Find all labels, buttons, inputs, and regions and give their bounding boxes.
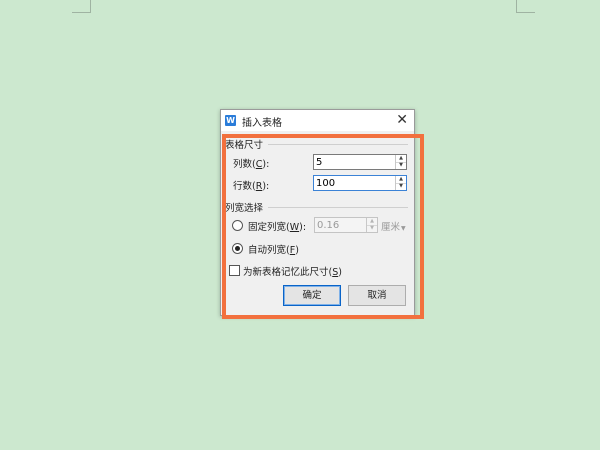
column-width-section-label: 列宽选择 [225, 203, 264, 214]
auto-width-radio[interactable] [232, 243, 243, 254]
rows-label: 行数(R): [233, 181, 270, 192]
auto-width-label[interactable]: 自动列宽(F) [248, 242, 299, 256]
width-unit-dropdown[interactable]: 厘米▼ [381, 219, 406, 233]
remember-size-checkbox[interactable] [229, 265, 240, 276]
columns-stepper[interactable]: ▲ ▼ [313, 154, 407, 170]
page-corner-mark-left [72, 0, 91, 13]
chevron-down-icon: ▼ [401, 225, 406, 232]
dialog-titlebar: W 插入表格 ✕ [221, 110, 414, 131]
ok-button[interactable]: 确定 [283, 285, 341, 306]
fixed-width-decrement-button[interactable]: ▼ [367, 225, 377, 232]
close-icon[interactable]: ✕ [396, 112, 408, 128]
page-corner-mark-right [516, 0, 535, 13]
dialog-title: 插入表格 [242, 118, 282, 129]
fixed-width-radio[interactable] [232, 220, 243, 231]
remember-size-label[interactable]: 为新表格记忆此尺寸(S) [243, 264, 342, 278]
section-divider [268, 144, 408, 145]
section-divider [268, 207, 408, 208]
fixed-width-stepper[interactable]: ▲ ▼ [314, 217, 378, 233]
rows-stepper[interactable]: ▲ ▼ [313, 175, 407, 191]
columns-input[interactable] [316, 155, 376, 169]
columns-label: 列数(C): [233, 159, 270, 170]
rows-input[interactable] [316, 176, 376, 190]
cancel-button[interactable]: 取消 [348, 285, 406, 306]
rows-decrement-button[interactable]: ▼ [396, 183, 406, 190]
wps-writer-icon: W [225, 115, 236, 126]
insert-table-dialog: W 插入表格 ✕ 表格尺寸 列数(C): ▲ ▼ 行数(R): ▲ ▼ 列宽选择… [220, 109, 415, 316]
columns-decrement-button[interactable]: ▼ [396, 162, 406, 169]
fixed-width-label[interactable]: 固定列宽(W): [248, 219, 306, 233]
table-size-section-label: 表格尺寸 [225, 140, 264, 151]
